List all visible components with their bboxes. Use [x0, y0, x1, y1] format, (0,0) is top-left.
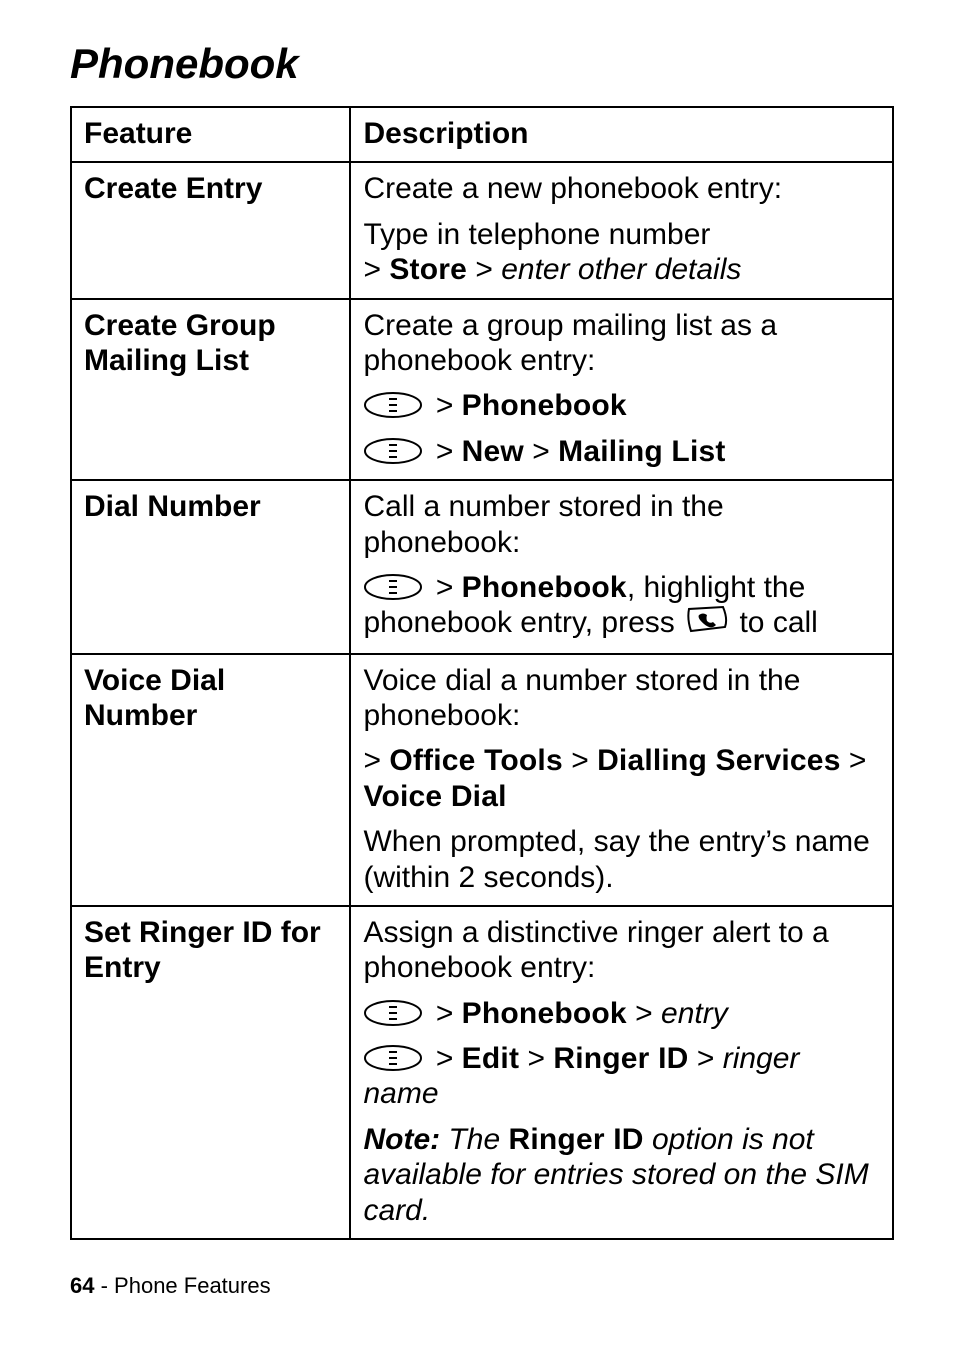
path-separator: > — [563, 744, 597, 777]
description-block: When prompted, say the entry’s name (wit… — [363, 824, 880, 895]
header-feature: Feature — [71, 107, 350, 162]
feature-description: Create a new phonebook entry: Type in tel… — [350, 162, 893, 298]
description-block: > Phonebook > entry — [363, 996, 880, 1031]
table-row: Set Ringer ID for EntryAssign a distinct… — [71, 906, 893, 1239]
path-separator: > — [436, 389, 462, 422]
description-block: Type in telephone number> Store > enter … — [363, 217, 880, 288]
feature-description: Voice dial a number stored in the phoneb… — [350, 654, 893, 906]
path-separator: > — [627, 997, 661, 1030]
menu-item: Dialling Services — [597, 744, 841, 777]
path-separator: > — [436, 435, 462, 468]
table-row: Voice Dial NumberVoice dial a number sto… — [71, 654, 893, 906]
feature-description: Call a number stored in the phonebook: >… — [350, 480, 893, 653]
note-label: Note: — [363, 1123, 440, 1156]
menu-item: Mailing List — [558, 435, 725, 468]
description-block: Create a group mailing list as a phonebo… — [363, 308, 880, 379]
path-separator: > — [363, 744, 389, 777]
description-block: Assign a distinctive ringer alert to a p… — [363, 915, 880, 986]
path-separator: > — [436, 997, 462, 1030]
description-block: > New > Mailing List — [363, 434, 880, 469]
path-separator: > — [524, 435, 558, 468]
feature-description: Assign a distinctive ringer alert to a p… — [350, 906, 893, 1239]
path-separator: > — [436, 1042, 462, 1075]
description-block: > Phonebook, highlight the phonebook ent… — [363, 570, 880, 643]
menu-item: Voice Dial — [363, 780, 506, 813]
path-separator: > — [436, 571, 462, 604]
description-block: > Office Tools > Dialling Services > Voi… — [363, 743, 880, 814]
path-separator: > — [363, 253, 389, 286]
feature-name: Create Entry — [71, 162, 350, 298]
page-footer: 64 - Phone Features — [70, 1273, 271, 1299]
feature-table: Feature Description Create EntryCreate a… — [70, 106, 894, 1240]
page: Phonebook Feature Description Create Ent… — [0, 0, 954, 1345]
menu-key-icon — [363, 1044, 423, 1072]
feature-name: Dial Number — [71, 480, 350, 653]
description-block: Create a new phonebook entry: — [363, 171, 880, 206]
menu-item-variable: entry — [661, 997, 728, 1030]
menu-item-variable: enter other details — [501, 253, 741, 286]
table-row: Create Group Mailing ListCreate a group … — [71, 299, 893, 481]
path-separator: > — [519, 1042, 553, 1075]
menu-key-icon — [363, 391, 423, 419]
description-block: Voice dial a number stored in the phoneb… — [363, 663, 880, 734]
menu-key-icon — [363, 437, 423, 465]
menu-item: New — [462, 435, 524, 468]
description-block: > Phonebook — [363, 388, 880, 423]
description-text: to call — [731, 606, 818, 639]
section-title: Phonebook — [70, 40, 894, 88]
menu-item: Phonebook — [462, 997, 627, 1030]
menu-item: Ringer ID — [509, 1123, 644, 1156]
table-row: Dial NumberCall a number stored in the p… — [71, 480, 893, 653]
feature-name: Create Group Mailing List — [71, 299, 350, 481]
menu-item: Office Tools — [389, 744, 563, 777]
feature-name: Set Ringer ID for Entry — [71, 906, 350, 1239]
footer-section: Phone Features — [114, 1273, 271, 1298]
feature-name: Voice Dial Number — [71, 654, 350, 906]
menu-key-icon — [363, 999, 423, 1027]
path-separator: > — [841, 744, 867, 777]
footer-sep: - — [94, 1273, 114, 1298]
menu-item: Edit — [462, 1042, 519, 1075]
description-block: > Edit > Ringer ID > ringer name — [363, 1041, 880, 1112]
menu-item: Phonebook — [462, 571, 627, 604]
description-block: Call a number stored in the phonebook: — [363, 489, 880, 560]
menu-item: Ringer ID — [553, 1042, 688, 1075]
menu-item: Store — [389, 253, 467, 286]
header-description: Description — [350, 107, 893, 162]
description-block: Note: The Ringer ID option is not availa… — [363, 1122, 880, 1228]
description-line: Type in telephone number — [363, 217, 880, 252]
path-separator: > — [689, 1042, 723, 1075]
feature-description: Create a group mailing list as a phonebo… — [350, 299, 893, 481]
table-row: Create EntryCreate a new phonebook entry… — [71, 162, 893, 298]
send-key-icon — [685, 605, 729, 641]
path-separator: > — [467, 253, 501, 286]
menu-item: Phonebook — [462, 389, 627, 422]
note-text: The — [440, 1123, 508, 1156]
description-line: > Store > enter other details — [363, 252, 880, 287]
table-header-row: Feature Description — [71, 107, 893, 162]
menu-key-icon — [363, 573, 423, 601]
page-number: 64 — [70, 1273, 94, 1298]
